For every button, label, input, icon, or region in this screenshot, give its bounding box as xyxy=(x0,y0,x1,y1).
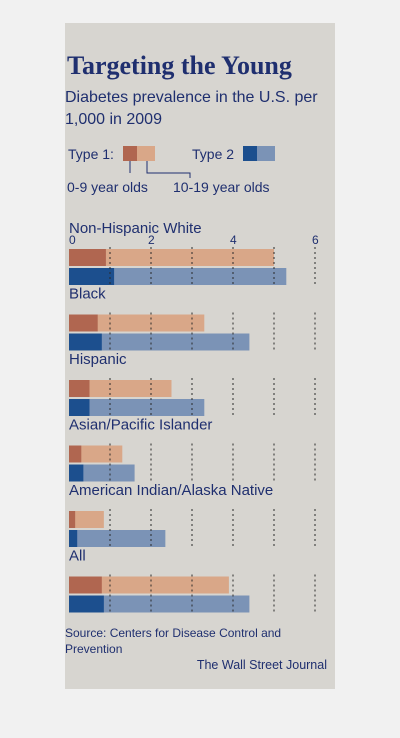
category-label: All xyxy=(69,548,86,565)
legend-connector xyxy=(129,161,191,178)
category-label: Black xyxy=(69,286,106,303)
source-note: Source: Centers for Disease Control and … xyxy=(65,626,282,656)
bar-type1-0-9 xyxy=(69,511,76,528)
bar-type2-0-9 xyxy=(69,595,104,613)
bar-type2-0-9 xyxy=(69,333,102,351)
bar-chart: 0 2 4 6Non-Hispanic WhiteBlackHispanicAsian… xyxy=(69,146,319,615)
bar-type1-0-9 xyxy=(69,576,102,594)
bar-type1-0-9 xyxy=(69,445,82,463)
category-label: Asian/Pacific Islander xyxy=(69,417,212,434)
bar-type2-0-9 xyxy=(69,268,115,285)
infographic-panel: Targeting the Young Diabetes prevalence … xyxy=(65,23,335,689)
category-label: Hispanic xyxy=(69,351,127,368)
legend-swatch-type2-young xyxy=(243,146,257,161)
x-tick-label: 4 xyxy=(230,233,237,247)
bar-type1-0-9 xyxy=(69,249,106,266)
bar-type2-0-9 xyxy=(69,464,84,482)
bar-type1-0-9 xyxy=(69,314,98,332)
category-label: American Indian/Alaska Native xyxy=(69,482,273,499)
bar-type2-0-9 xyxy=(69,399,90,416)
category-label: Non-Hispanic White xyxy=(69,220,202,237)
credit-line: The Wall Street Journal xyxy=(196,658,327,672)
bar-type1-0-9 xyxy=(69,380,90,397)
x-tick-label: 6 xyxy=(312,233,319,247)
legend-swatch-type2-old xyxy=(257,146,275,161)
legend-swatch-type1-young xyxy=(123,146,137,161)
legend-swatch-type1-old xyxy=(137,146,155,161)
bar-type2-0-9 xyxy=(69,530,78,547)
